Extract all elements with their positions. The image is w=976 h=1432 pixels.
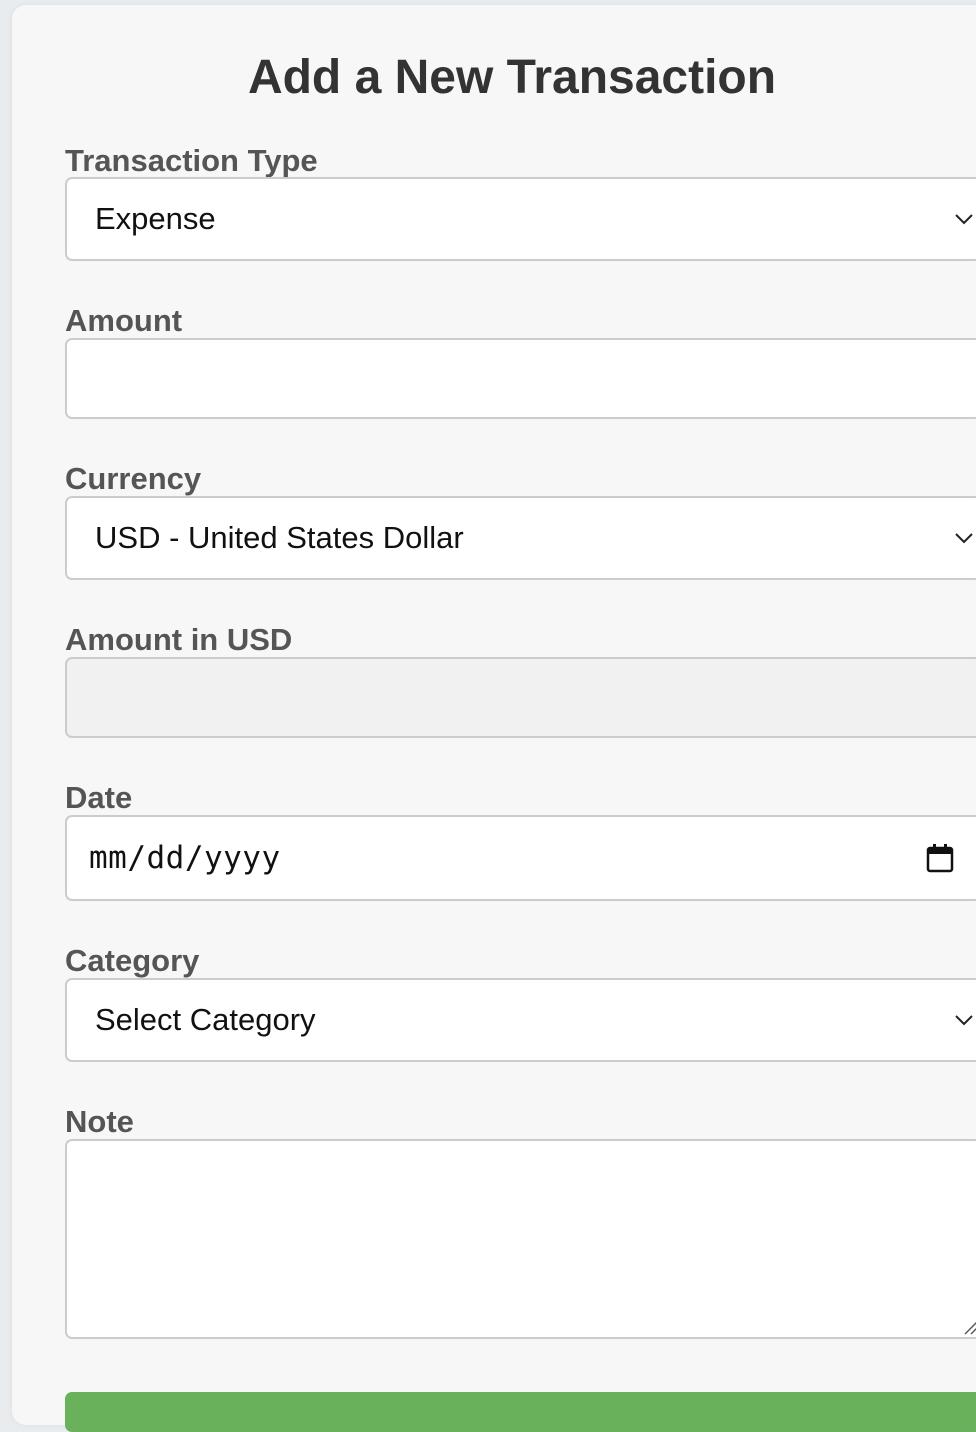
calendar-icon[interactable] (926, 843, 954, 873)
note-label: Note (65, 1104, 134, 1139)
transaction-type-label: Transaction Type (65, 143, 318, 178)
chevron-down-icon (955, 1015, 973, 1026)
currency-label: Currency (65, 461, 202, 496)
date-input[interactable]: mm/dd/yyyy (65, 815, 976, 901)
currency-select[interactable]: USD - United States Dollar (65, 496, 976, 580)
note-textarea[interactable] (65, 1139, 976, 1339)
amount-label: Amount (65, 303, 183, 338)
chevron-down-icon (955, 214, 973, 225)
form-title: Add a New Transaction (247, 51, 777, 104)
transaction-type-value: Expense (95, 201, 216, 236)
amount-usd-field (65, 657, 976, 738)
chevron-down-icon (955, 533, 973, 544)
category-select[interactable]: Select Category (65, 978, 976, 1062)
date-placeholder: mm/dd/yyyy (89, 840, 281, 876)
date-label: Date (65, 780, 133, 815)
category-label: Category (65, 943, 200, 978)
category-value: Select Category (95, 1002, 316, 1037)
currency-value: USD - United States Dollar (95, 520, 464, 555)
amount-usd-label: Amount in USD (65, 622, 293, 657)
transaction-type-select[interactable]: Expense (65, 177, 976, 261)
resize-handle-icon[interactable] (962, 1319, 976, 1335)
transaction-form-card: Add a New Transaction Transaction Type E… (12, 5, 976, 1432)
submit-button[interactable] (65, 1392, 976, 1432)
amount-input[interactable] (65, 338, 976, 419)
